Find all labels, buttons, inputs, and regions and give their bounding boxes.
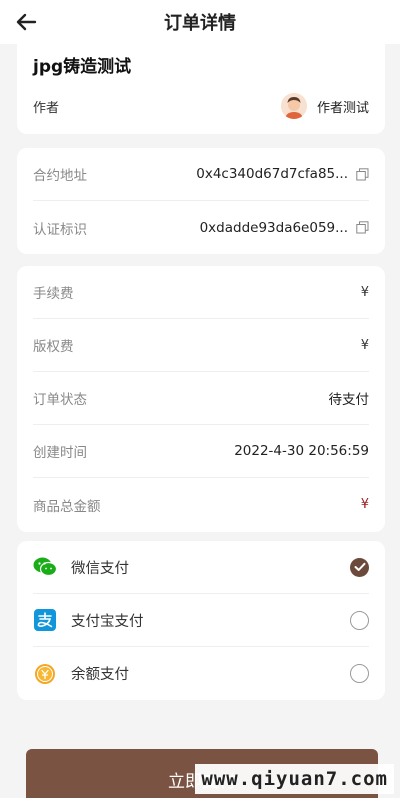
product-title: jpg铸造测试 bbox=[33, 57, 132, 77]
alipay-radio[interactable] bbox=[350, 610, 369, 630]
contract-address-value: 0x4c340d67d7cfa85... bbox=[196, 166, 348, 182]
wechat-pay-icon bbox=[33, 555, 57, 579]
product-card: jpg铸造测试 作者 作者测试 bbox=[17, 36, 385, 134]
author-row: 作者 作者测试 bbox=[33, 92, 369, 120]
alipay-label: 支付宝支付 bbox=[71, 613, 144, 630]
arrow-left-icon bbox=[16, 13, 37, 31]
total-amount-value: ¥ bbox=[360, 497, 369, 512]
wechat-pay-radio[interactable] bbox=[350, 557, 369, 577]
order-status-value: 待支付 bbox=[328, 392, 370, 408]
balance-coin-icon bbox=[33, 662, 57, 686]
order-status-label: 订单状态 bbox=[33, 392, 87, 408]
royalty-value: ¥ bbox=[360, 337, 369, 353]
fee-row: 手续费 ¥ bbox=[33, 266, 369, 319]
order-info-card: 手续费 ¥ 版权费 ¥ 订单状态 待支付 创建时间 2022-4-30 20:5… bbox=[17, 266, 385, 532]
payment-option-wechat[interactable]: 微信支付 bbox=[33, 541, 369, 594]
watermark: www.qiyuan7.com bbox=[195, 764, 394, 794]
back-button[interactable] bbox=[12, 8, 40, 36]
fee-value: ¥ bbox=[360, 284, 369, 300]
balance-pay-radio[interactable] bbox=[350, 664, 369, 683]
fee-label: 手续费 bbox=[33, 286, 74, 302]
check-icon bbox=[354, 562, 365, 571]
page-title: 订单详情 bbox=[164, 13, 236, 34]
contract-address-row: 合约地址 0x4c340d67d7cfa85... bbox=[33, 148, 369, 201]
total-amount-label: 商品总金额 bbox=[33, 498, 101, 515]
author-name: 作者测试 bbox=[316, 100, 369, 116]
alipay-icon bbox=[33, 608, 57, 632]
cert-id-row: 认证标识 0xdadde93da6e059... bbox=[33, 201, 369, 254]
balance-pay-label: 余额支付 bbox=[71, 667, 129, 683]
royalty-row: 版权费 ¥ bbox=[33, 319, 369, 372]
cert-id-label: 认证标识 bbox=[33, 221, 87, 238]
order-status-row: 订单状态 待支付 bbox=[33, 372, 369, 425]
copy-icon[interactable] bbox=[356, 167, 369, 181]
payment-method-card: 微信支付 支付宝支付 余额支付 bbox=[17, 541, 385, 700]
copy-icon[interactable] bbox=[356, 221, 369, 234]
contract-address-label: 合约地址 bbox=[33, 168, 87, 184]
author-label: 作者 bbox=[33, 100, 60, 116]
cert-id-value: 0xdadde93da6e059... bbox=[199, 219, 348, 236]
total-amount-row: 商品总金额 ¥ bbox=[33, 478, 369, 531]
wechat-pay-label: 微信支付 bbox=[71, 560, 129, 577]
avatar bbox=[280, 93, 307, 119]
created-time-label: 创建时间 bbox=[33, 445, 87, 461]
payment-option-balance[interactable]: 余额支付 bbox=[33, 647, 369, 700]
royalty-label: 版权费 bbox=[33, 339, 74, 355]
contract-card: 合约地址 0x4c340d67d7cfa85... 认证标识 0xdadde93… bbox=[17, 148, 385, 254]
author-info[interactable]: 作者测试 bbox=[280, 93, 369, 119]
payment-option-alipay[interactable]: 支付宝支付 bbox=[33, 594, 369, 647]
created-time-value: 2022-4-30 20:56:59 bbox=[234, 443, 369, 459]
created-time-row: 创建时间 2022-4-30 20:56:59 bbox=[33, 425, 369, 478]
